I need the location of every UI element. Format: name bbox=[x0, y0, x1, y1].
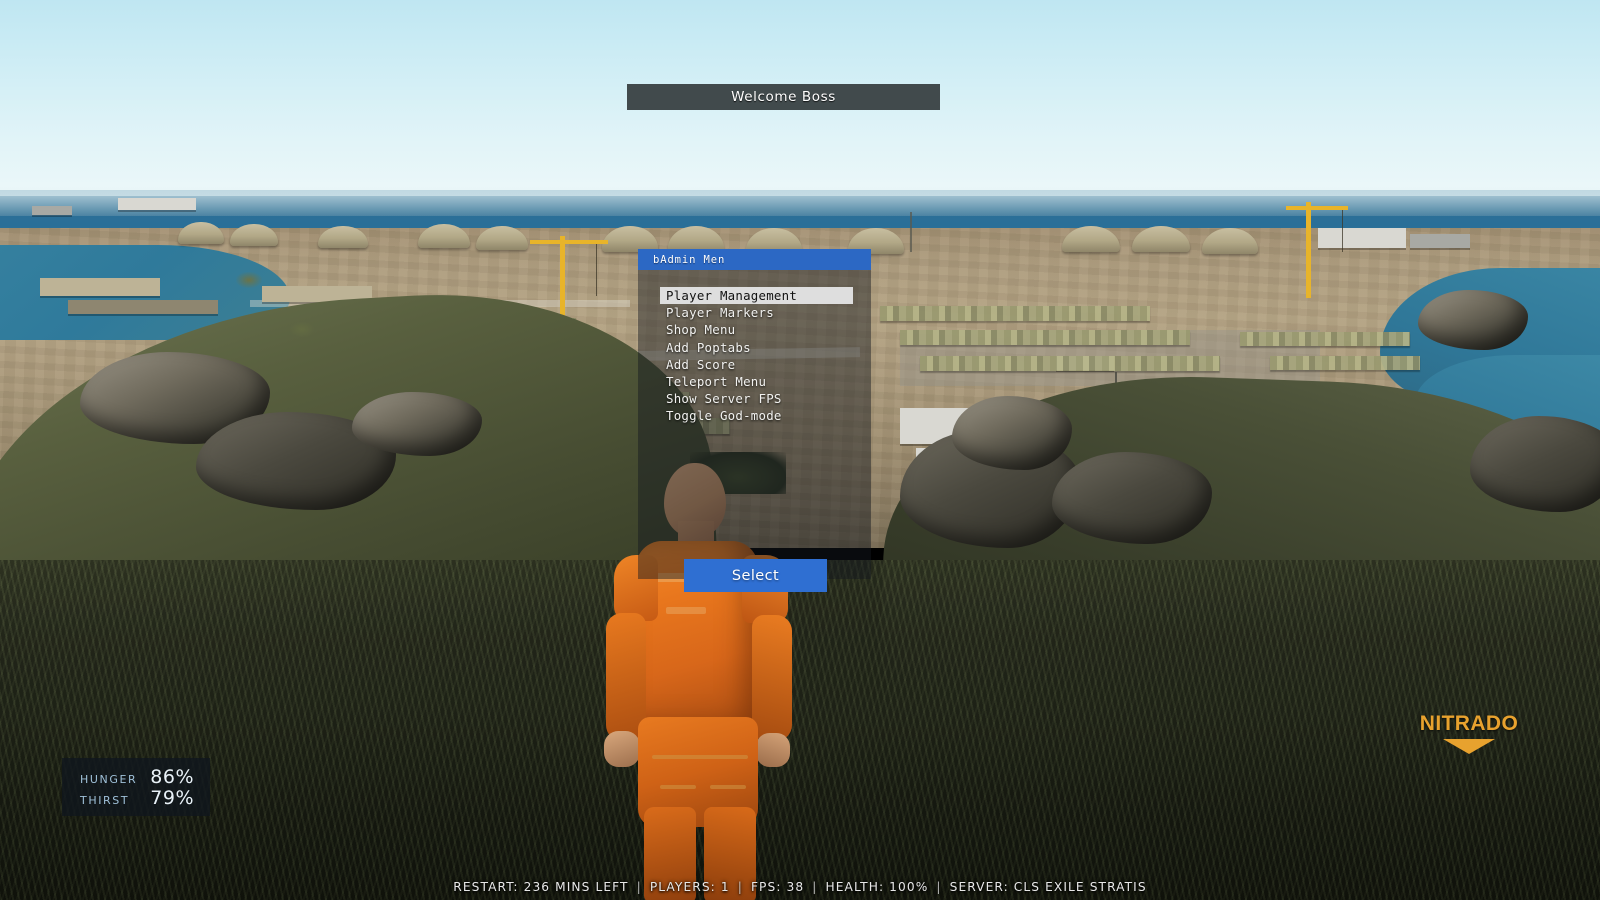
welcome-notification-banner: Welcome Boss bbox=[627, 84, 940, 110]
player-arm-right bbox=[752, 615, 792, 741]
status-fps: FPS: 38 bbox=[750, 880, 805, 894]
thirst-label: THIRST bbox=[80, 794, 130, 807]
menu-item-shop-menu[interactable]: Shop Menu bbox=[660, 321, 860, 338]
container-row bbox=[1270, 356, 1420, 370]
admin-menu-list[interactable]: Player Management Player Markers Shop Me… bbox=[660, 287, 860, 425]
player-pocket-strap bbox=[710, 785, 746, 789]
status-restart: RESTART: 236 MINS LEFT bbox=[453, 880, 629, 894]
rock-outcrop bbox=[1052, 452, 1212, 544]
crane-jib bbox=[1286, 206, 1348, 210]
badmin-menu-dialog[interactable]: bAdmin Men Player Management Player Mark… bbox=[638, 249, 871, 592]
distant-building bbox=[1318, 228, 1406, 248]
tree bbox=[290, 322, 314, 337]
status-server: SERVER: CLS EXILE STRATIS bbox=[949, 880, 1147, 894]
crane-cable bbox=[596, 244, 597, 296]
player-belt-strap bbox=[652, 755, 748, 759]
welcome-notification-text: Welcome Boss bbox=[731, 89, 836, 105]
status-health: HEALTH: 100% bbox=[825, 880, 929, 894]
rock-outcrop bbox=[352, 392, 482, 456]
thirst-row: THIRST 79% bbox=[80, 787, 194, 809]
menu-item-teleport-menu[interactable]: Teleport Menu bbox=[660, 373, 860, 390]
nitrado-wordmark: NITRADO bbox=[1419, 712, 1519, 735]
game-screen: Welcome Boss bAdmin Men Player Managemen… bbox=[0, 0, 1600, 900]
select-button[interactable]: Select bbox=[684, 559, 827, 592]
menu-item-toggle-god-mode[interactable]: Toggle God-mode bbox=[660, 407, 860, 424]
base-building bbox=[68, 300, 218, 314]
status-separator: | bbox=[936, 880, 942, 894]
container-row bbox=[900, 330, 1190, 345]
dialog-title: bAdmin Men bbox=[653, 253, 726, 266]
crane-cable bbox=[1342, 210, 1343, 252]
distant-building bbox=[32, 206, 72, 215]
dialog-body: Player Management Player Markers Shop Me… bbox=[638, 270, 871, 592]
dialog-titlebar: bAdmin Men bbox=[638, 249, 871, 270]
player-uniform-patch bbox=[666, 607, 706, 614]
base-building bbox=[40, 278, 160, 296]
status-separator: | bbox=[636, 880, 642, 894]
tree bbox=[236, 272, 262, 288]
rock-outcrop bbox=[1418, 290, 1528, 350]
player-pocket-strap bbox=[660, 785, 696, 789]
distant-building bbox=[118, 198, 196, 210]
player-hand-left bbox=[604, 731, 640, 767]
crane-mast bbox=[1306, 202, 1311, 298]
hunger-row: HUNGER 86% bbox=[80, 766, 194, 788]
container-row bbox=[880, 306, 1150, 321]
menu-item-player-management[interactable]: Player Management bbox=[660, 287, 853, 305]
hunger-value: 86% bbox=[150, 766, 194, 788]
menu-item-show-server-fps[interactable]: Show Server FPS bbox=[660, 390, 860, 407]
status-separator: | bbox=[812, 880, 818, 894]
thirst-value: 79% bbox=[150, 787, 194, 809]
nitrado-arrow-icon bbox=[1443, 739, 1495, 754]
hunger-label: HUNGER bbox=[80, 773, 138, 786]
status-players: PLAYERS: 1 bbox=[649, 880, 730, 894]
nitrado-logo: NITRADO bbox=[1419, 712, 1519, 754]
distant-building bbox=[1410, 234, 1470, 248]
menu-item-player-markers[interactable]: Player Markers bbox=[660, 304, 860, 321]
menu-item-add-score[interactable]: Add Score bbox=[660, 356, 860, 373]
antenna-mast bbox=[910, 212, 912, 252]
status-separator: | bbox=[737, 880, 743, 894]
distant-haze bbox=[0, 190, 1600, 216]
player-hand-right bbox=[756, 733, 790, 767]
player-status-hud: HUNGER 86% THIRST 79% bbox=[62, 758, 210, 816]
container-row bbox=[920, 356, 1220, 371]
server-status-bar: RESTART: 236 MINS LEFT | PLAYERS: 1 | FP… bbox=[0, 880, 1600, 894]
container-row bbox=[1240, 332, 1410, 346]
rock-outcrop bbox=[952, 396, 1072, 470]
menu-item-add-poptabs[interactable]: Add Poptabs bbox=[660, 339, 860, 356]
